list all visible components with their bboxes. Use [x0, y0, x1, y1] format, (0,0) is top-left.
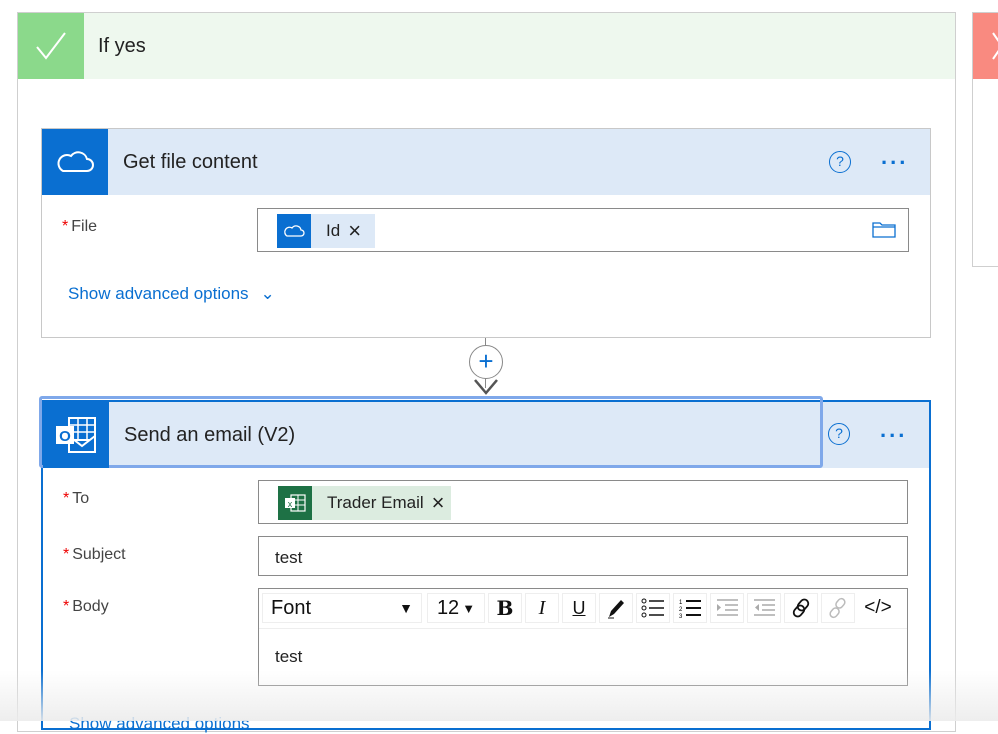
- if-yes-header[interactable]: If yes: [18, 13, 955, 79]
- to-label: * To: [63, 490, 90, 507]
- chevron-down-icon: ⌄: [260, 284, 275, 303]
- trader-email-token: x Trader Email ×: [278, 486, 451, 520]
- code-view-button[interactable]: </>: [858, 593, 898, 623]
- card-header[interactable]: Get file content ? ...: [42, 129, 930, 195]
- bottom-fade-overlay: [0, 670, 998, 721]
- indent-icon[interactable]: [710, 593, 744, 623]
- to-input[interactable]: x Trader Email ×: [258, 480, 908, 524]
- svg-text:x: x: [288, 499, 293, 509]
- token-label: Id: [326, 221, 341, 240]
- dropdown-arrow-icon: ▼: [399, 600, 413, 616]
- close-icon: [992, 32, 998, 60]
- bold-button[interactable]: B: [488, 593, 522, 623]
- svg-text:3: 3: [679, 614, 683, 618]
- svg-text:1: 1: [679, 600, 683, 606]
- body-label: * Body: [63, 598, 109, 615]
- file-input[interactable]: Id ×: [257, 208, 909, 252]
- help-icon[interactable]: ?: [829, 151, 851, 173]
- show-advanced-options-link[interactable]: Show advanced options ⌄: [68, 284, 275, 304]
- arrow-down-icon: [474, 379, 498, 395]
- branch-title: If yes: [98, 35, 146, 57]
- check-icon: [18, 13, 84, 79]
- dropdown-arrow-icon: ▼: [462, 600, 476, 616]
- outdent-icon[interactable]: [747, 593, 781, 623]
- subject-input[interactable]: test: [258, 536, 908, 576]
- if-no-branch: [972, 12, 998, 267]
- numbered-list-icon[interactable]: 123: [673, 593, 707, 623]
- underline-button[interactable]: U: [562, 593, 596, 623]
- highlight-pen-icon[interactable]: [599, 593, 633, 623]
- card-title: Get file content: [123, 151, 258, 173]
- card-title: Send an email (V2): [124, 424, 296, 446]
- id-token: Id ×: [277, 214, 376, 248]
- outlook-icon: O: [43, 402, 109, 468]
- svg-text:O: O: [59, 428, 71, 445]
- remove-token-icon[interactable]: ×: [348, 218, 361, 244]
- unlink-icon[interactable]: [821, 593, 855, 623]
- get-file-content-card: Get file content ? ... * File Id × Show a…: [41, 128, 931, 338]
- subject-label: * Subject: [63, 546, 126, 563]
- onedrive-cloud-icon: [277, 214, 311, 248]
- svg-text:2: 2: [679, 607, 683, 613]
- more-options-icon[interactable]: ...: [881, 144, 908, 170]
- if-no-header[interactable]: [973, 13, 998, 79]
- insert-step-plus-icon[interactable]: +: [469, 345, 503, 379]
- font-size-dropdown[interactable]: 12 ▼: [427, 593, 485, 623]
- excel-icon: x: [278, 486, 312, 520]
- italic-button[interactable]: I: [525, 593, 559, 623]
- link-icon[interactable]: [784, 593, 818, 623]
- bulleted-list-icon[interactable]: [636, 593, 670, 623]
- file-label: * File: [62, 218, 98, 235]
- onedrive-cloud-icon: [42, 129, 108, 195]
- token-label: Trader Email: [327, 493, 424, 512]
- help-icon[interactable]: ?: [828, 423, 850, 445]
- editor-toolbar: Font ▼ 12 ▼ B I U 123 </>: [259, 589, 907, 629]
- font-dropdown[interactable]: Font ▼: [262, 593, 422, 623]
- folder-icon[interactable]: [872, 220, 896, 238]
- remove-token-icon[interactable]: ×: [432, 490, 445, 516]
- more-options-icon[interactable]: ...: [880, 417, 907, 443]
- body-text[interactable]: test: [275, 647, 302, 667]
- card-header[interactable]: O Send an email (V2) ? ...: [39, 396, 929, 468]
